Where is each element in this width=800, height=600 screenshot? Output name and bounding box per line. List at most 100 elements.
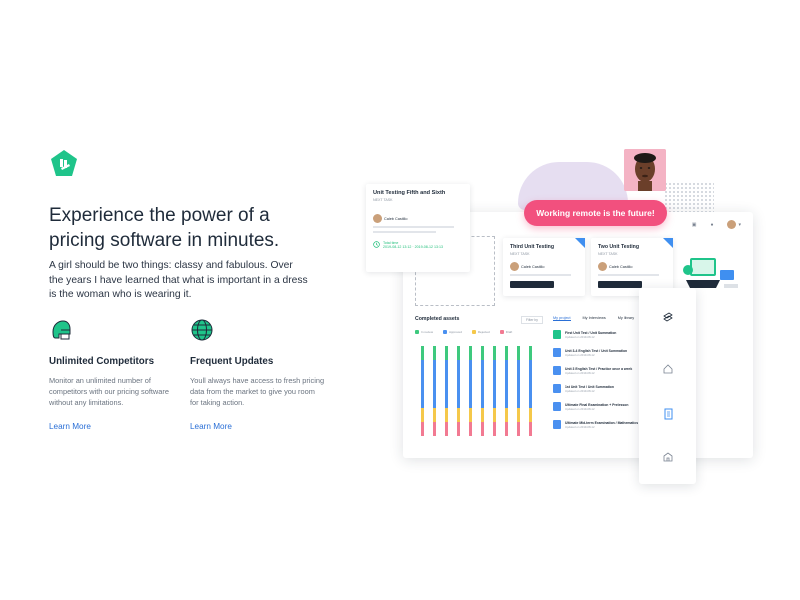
folder-icon [553, 384, 561, 393]
bar-segment [469, 422, 472, 436]
completed-assets-panel: Completed assets Filter by In review App… [415, 316, 543, 452]
bar-segment [505, 360, 508, 408]
bar-segment [517, 360, 520, 408]
card-line [373, 231, 436, 233]
learn-more-link[interactable]: Learn More [190, 422, 325, 431]
chevron-down-icon: ▾ [738, 221, 741, 228]
chart-title: Completed assets [415, 316, 460, 322]
bar-segment [529, 360, 532, 408]
learn-more-link[interactable]: Learn More [49, 422, 184, 431]
tab-my-library[interactable]: My library [618, 316, 634, 321]
bar-segment [445, 408, 448, 422]
bar-segment [529, 408, 532, 422]
chart-filter-dropdown[interactable]: Filter by [520, 316, 543, 324]
user-menu[interactable]: ▾ [727, 220, 741, 229]
folder-icon [553, 366, 561, 375]
bar-segment [481, 346, 484, 360]
card-person: Caleb Castillo [598, 262, 666, 271]
card-line [373, 226, 454, 228]
link-icon[interactable] [662, 312, 674, 324]
dashboard-topbar: ▣ ● ▾ [692, 220, 741, 229]
person-name: Caleb Castillo [384, 216, 408, 221]
feature-description: Youll always have access to fresh pricin… [190, 376, 325, 407]
card-title: Two Unit Testing [598, 244, 640, 250]
card-title: Unit Testing Fifth and Sixth [373, 190, 446, 196]
bar-segment [421, 422, 424, 436]
card-subtitle: NEXT TASK [373, 198, 393, 202]
card-line [510, 274, 572, 276]
bar-segment [445, 346, 448, 360]
task-card[interactable]: Third Unit Testing NEXT TASK Caleb Casti… [503, 238, 585, 296]
bar-segment [529, 422, 532, 436]
bar-segment [505, 346, 508, 360]
card-title: Third Unit Testing [510, 244, 554, 250]
bar-segment [457, 360, 460, 408]
task-card-main: Unit Testing Fifth and Sixth NEXT TASK C… [366, 184, 470, 272]
avatar [727, 220, 737, 229]
card-status: Total time 2019-08-12 13:12 · 2019-08-12… [373, 241, 463, 249]
legend-item: In review [415, 330, 433, 334]
bar-segment [433, 422, 436, 436]
bar-segment [421, 408, 424, 422]
notification-icon[interactable]: ● [710, 222, 713, 228]
bar-segment [433, 408, 436, 422]
legend-item: Rejected [471, 330, 490, 334]
bar-segment [481, 408, 484, 422]
avatar [598, 262, 607, 271]
calendar-icon[interactable]: ▣ [692, 222, 697, 228]
card-subtitle: NEXT TASK [510, 252, 530, 256]
bar-segment [493, 422, 496, 436]
bar-segment [457, 422, 460, 436]
tab-my-interviews[interactable]: My Interviews [583, 316, 606, 321]
card-person: Caleb Castillo [510, 262, 578, 271]
bar-segment [433, 360, 436, 408]
page-headline: Experience the power of a pricing softwa… [49, 203, 339, 253]
bar-segment [517, 408, 520, 422]
tab-my-project[interactable]: My project [553, 316, 571, 321]
person-name: Caleb Castillo [521, 264, 545, 269]
dot-pattern [664, 182, 714, 212]
bar-segment [469, 408, 472, 422]
avatar [373, 214, 382, 223]
bar-segment [529, 346, 532, 360]
status-dates: 2019-08-12 13:12 · 2019-08-12 13:13 [383, 245, 443, 249]
feature-unlimited-competitors: Unlimited Competitors Monitor an unlimit… [49, 318, 184, 431]
legend-label: In review [421, 330, 434, 334]
legend-item: Draft [499, 330, 512, 334]
bar-segment [493, 360, 496, 408]
bar-segment [421, 360, 424, 408]
bar-segment [517, 422, 520, 436]
card-person: Caleb Castillo [373, 214, 463, 223]
bar-segment [481, 360, 484, 408]
helmet-icon [52, 320, 71, 340]
bar-segment [505, 408, 508, 422]
feature-title: Frequent Updates [190, 356, 274, 367]
bar-segment [457, 346, 460, 360]
building-icon[interactable] [662, 451, 674, 463]
bar-segment [445, 422, 448, 436]
bar-segment [433, 346, 436, 360]
headline-line-1: Experience the power of a [49, 205, 270, 226]
legend-item: Approved [443, 330, 462, 334]
card-line [598, 274, 660, 276]
folder-icon [553, 402, 561, 411]
card-button[interactable] [598, 281, 642, 288]
brand-logo-icon [51, 150, 77, 176]
bar-segment [421, 346, 424, 360]
feature-frequent-updates: Frequent Updates Youll always have acces… [190, 318, 325, 431]
user-photo-avatar [624, 149, 666, 191]
chart-legend: In review Approved Rejected Draft [415, 330, 543, 334]
bar-segment [493, 346, 496, 360]
card-button[interactable] [510, 281, 554, 288]
feature-description: Monitor an unlimited number of competito… [49, 376, 169, 407]
document-icon[interactable] [662, 408, 674, 420]
folder-icon [553, 420, 561, 429]
folder-icon [553, 348, 561, 357]
bar-segment [445, 360, 448, 408]
bar-segment [481, 422, 484, 436]
intro-text: A girl should be two things: classy and … [49, 260, 308, 300]
home-icon[interactable] [662, 363, 674, 375]
headline-line-2: pricing software in minutes. [49, 230, 280, 251]
stacked-bar-chart [421, 346, 532, 436]
card-subtitle: NEXT TASK [598, 252, 618, 256]
